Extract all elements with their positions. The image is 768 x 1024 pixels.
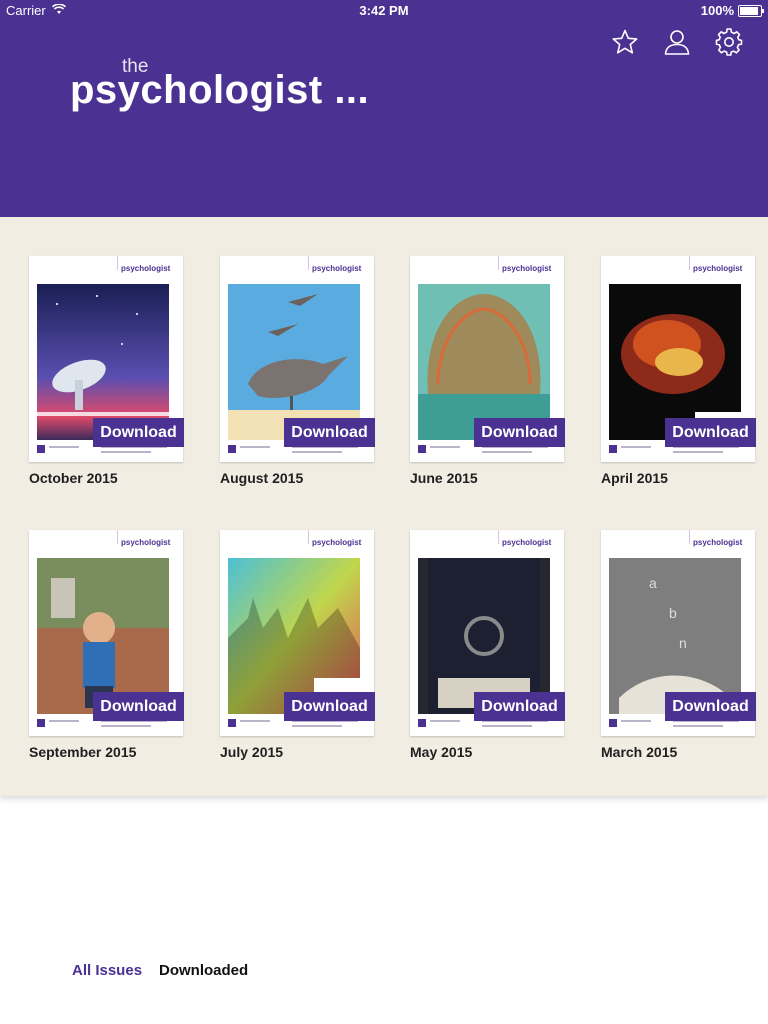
- issue-date-label: May 2015: [410, 744, 473, 760]
- download-button[interactable]: Download: [284, 418, 375, 447]
- download-button[interactable]: Download: [474, 692, 565, 721]
- cover-masthead: psychologist: [220, 530, 374, 556]
- star-icon[interactable]: [611, 28, 639, 56]
- issue-date-label: March 2015: [601, 744, 678, 760]
- cover-masthead: psychologist: [220, 256, 374, 282]
- tab-downloaded[interactable]: Downloaded: [159, 962, 248, 979]
- download-button[interactable]: Download: [93, 692, 184, 721]
- battery-icon: [738, 5, 764, 17]
- cover-artwork: [418, 558, 550, 714]
- cover-title: psychologist: [502, 538, 552, 547]
- cover-title: psychologist: [693, 538, 743, 547]
- cover-masthead: psychologist: [29, 530, 183, 556]
- cover-masthead: psychologist: [410, 530, 564, 556]
- cover-title: psychologist: [121, 264, 171, 273]
- svg-text:a: a: [649, 575, 657, 591]
- clock: 3:42 PM: [359, 3, 409, 18]
- issue-date-label: October 2015: [29, 470, 118, 486]
- cover-artwork: abn: [609, 558, 741, 714]
- svg-text:b: b: [669, 605, 677, 621]
- download-button[interactable]: Download: [284, 692, 375, 721]
- download-button[interactable]: Download: [93, 418, 184, 447]
- gear-icon[interactable]: [715, 28, 743, 56]
- battery-level: [740, 7, 758, 15]
- download-button[interactable]: Download: [665, 418, 756, 447]
- issues-grid: psychologist Download October 2015 psycholo…: [0, 217, 768, 796]
- cover-artwork: [228, 284, 360, 440]
- app-header: the psychologist ...: [0, 20, 768, 217]
- issue-date-label: June 2015: [410, 470, 478, 486]
- issue-date-label: August 2015: [220, 470, 304, 486]
- cover-title: psychologist: [693, 264, 743, 273]
- user-icon[interactable]: [663, 28, 691, 56]
- download-button[interactable]: Download: [474, 418, 565, 447]
- cover-artwork: [37, 558, 169, 714]
- tab-all-issues[interactable]: All Issues: [72, 962, 142, 979]
- cover-title: psychologist: [502, 264, 552, 273]
- status-bar: Carrier 3:42 PM 100%: [0, 0, 768, 20]
- cover-title: psychologist: [312, 538, 362, 547]
- cover-artwork: [37, 284, 169, 440]
- issue-date-label: September 2015: [29, 744, 137, 760]
- issue-date-label: July 2015: [220, 744, 284, 760]
- svg-text:n: n: [679, 635, 687, 651]
- cover-artwork: [418, 284, 550, 440]
- cover-masthead: psychologist: [601, 256, 755, 282]
- battery-percent: 100%: [700, 3, 734, 18]
- cover-masthead: psychologist: [410, 256, 564, 282]
- cover-artwork: [609, 284, 741, 440]
- download-button[interactable]: Download: [665, 692, 756, 721]
- issue-date-label: April 2015: [601, 470, 668, 486]
- cover-title: psychologist: [312, 264, 362, 273]
- cover-title: psychologist: [121, 538, 171, 547]
- logo-main-text: psychologist ...: [70, 68, 370, 112]
- cover-masthead: psychologist: [29, 256, 183, 282]
- cover-artwork: [228, 558, 360, 714]
- cover-masthead: psychologist: [601, 530, 755, 556]
